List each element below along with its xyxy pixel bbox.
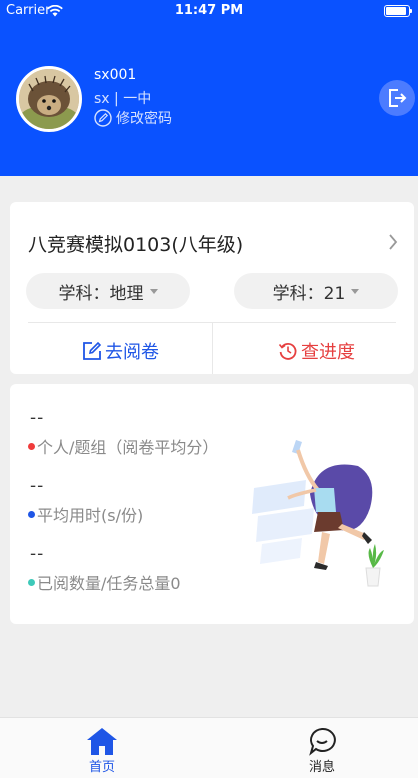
hedgehog-avatar-icon	[19, 69, 79, 129]
check-progress-label: 查进度	[301, 342, 355, 363]
woman-cleaning-illustration	[252, 440, 384, 587]
avg-time-value: --	[30, 476, 45, 496]
tab-home-label: 首页	[88, 760, 115, 775]
go-grade-label: 去阅卷	[105, 342, 159, 363]
status-bar: Carrier 11:47 PM	[0, 0, 418, 22]
logout-icon	[389, 89, 407, 107]
check-progress-button[interactable]: 查进度	[278, 338, 355, 364]
subject-dropdown-label: 学科：地理	[58, 283, 144, 304]
history-icon	[278, 343, 297, 360]
divider	[212, 322, 213, 374]
profile-header: Carrier 11:47 PM sx001 sx | 一中 修改密码	[0, 0, 418, 176]
tab-messages-label: 消息	[308, 760, 335, 775]
edit-square-icon	[83, 341, 102, 360]
red-dot-icon	[28, 442, 35, 450]
edit-icon	[94, 109, 112, 127]
caret-down-icon	[351, 288, 360, 294]
user-school: sx | 一中	[94, 91, 152, 107]
battery-icon	[384, 5, 412, 17]
avg-score-value: --	[30, 408, 45, 428]
count-label: 已阅数量/任务总量0	[28, 570, 181, 594]
caret-down-icon	[149, 288, 158, 294]
tab-messages[interactable]: 消息	[292, 724, 352, 775]
home-icon	[87, 728, 117, 755]
edit-password-link[interactable]: 修改密码	[94, 108, 172, 128]
number-dropdown[interactable]: 学科：21	[234, 273, 398, 309]
teal-dot-icon	[28, 578, 35, 586]
chevron-right-icon[interactable]	[388, 234, 398, 250]
exam-title[interactable]: 八竞赛模拟0103(八年级)	[28, 230, 243, 257]
stats-card: -- 个人/题组（阅卷平均分） -- 平均用时(s/份) -- 已阅数量/任务总…	[10, 384, 414, 624]
blue-dot-icon	[28, 510, 35, 518]
clock: 11:47 PM	[174, 3, 244, 18]
exam-card: 八竞赛模拟0103(八年级) 学科：地理 学科：21 去阅卷 查进度	[10, 202, 414, 374]
tab-bar: 首页 消息	[0, 717, 418, 778]
tab-home[interactable]: 首页	[72, 724, 132, 775]
count-value: --	[30, 544, 45, 564]
logout-button[interactable]	[379, 80, 415, 116]
message-icon	[309, 727, 336, 756]
avg-time-label: 平均用时(s/份)	[28, 502, 143, 526]
subject-dropdown[interactable]: 学科：地理	[26, 273, 190, 309]
avg-score-label: 个人/题组（阅卷平均分）	[28, 434, 218, 458]
number-dropdown-label: 学科：21	[272, 283, 346, 304]
avatar[interactable]	[16, 66, 82, 132]
edit-password-label: 修改密码	[116, 111, 172, 127]
go-grade-button[interactable]: 去阅卷	[82, 338, 159, 364]
user-name: sx001	[94, 67, 137, 83]
